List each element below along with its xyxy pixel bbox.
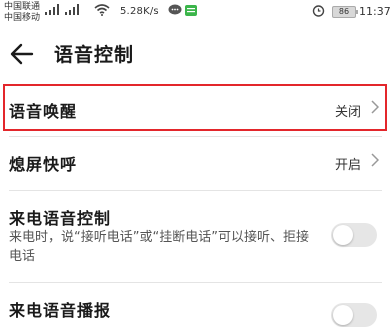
clock: 11:37 <box>359 5 391 18</box>
arrow-left-icon[interactable] <box>8 40 36 68</box>
carrier-info: 中国联通 中国移动 <box>4 2 40 24</box>
setting-incoming-call-voice-control: 来电语音控制 来电时，说“接听电话”或“挂断电话”可以接听、拒接电话 <box>0 191 391 281</box>
incoming-call-voice-control-toggle[interactable] <box>331 223 377 247</box>
alarm-icon <box>312 5 325 17</box>
carrier-1: 中国联通 <box>4 2 41 12</box>
incoming-call-voice-broadcast-toggle[interactable] <box>331 303 377 327</box>
toggle-knob <box>333 225 353 245</box>
app-header: 语音控制 <box>0 26 391 82</box>
network-speed: 5.28K/s <box>120 6 159 17</box>
setting-screen-off-quick-call[interactable]: 熄屏快呼 开启 <box>0 137 391 187</box>
carrier-2: 中国移动 <box>4 13 41 23</box>
status-bar: 中国联通 中国移动 5.28K/s 86 11:37 <box>0 0 391 26</box>
setting-label: 来电语音播报 <box>9 301 112 320</box>
app-notification-icon <box>185 5 197 16</box>
battery-level: 86 <box>338 7 350 16</box>
setting-label: 语音唤醒 <box>9 102 78 121</box>
setting-incoming-call-voice-broadcast: 来电语音播报 <box>0 283 391 327</box>
setting-value: 开启 <box>334 158 361 173</box>
signal-icon <box>65 4 79 15</box>
toggle-knob <box>333 305 353 325</box>
wifi-icon <box>94 4 110 16</box>
message-icon <box>168 4 182 15</box>
setting-label: 熄屏快呼 <box>9 155 78 174</box>
setting-label: 来电语音控制 <box>9 209 112 228</box>
signal-icon <box>45 4 59 15</box>
setting-description: 来电时，说“接听电话”或“挂断电话”可以接听、拒接电话 <box>9 230 309 264</box>
chevron-right-icon <box>371 153 379 167</box>
setting-value: 关闭 <box>334 105 361 120</box>
setting-voice-wakeup[interactable]: 语音唤醒 关闭 <box>0 84 391 131</box>
page-title: 语音控制 <box>54 44 135 66</box>
chevron-right-icon <box>371 100 379 114</box>
battery-icon: 86 <box>332 6 358 18</box>
